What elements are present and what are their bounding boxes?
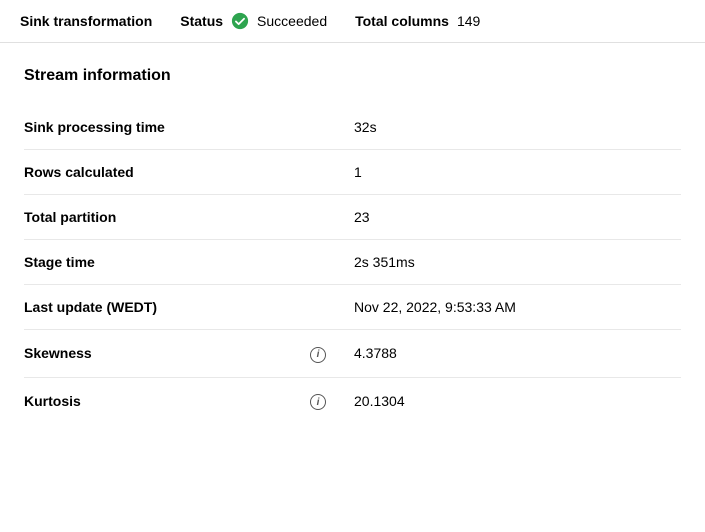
row-icon-cell: [304, 285, 334, 330]
table-row: Rows calculated 1: [24, 150, 681, 195]
row-label: Skewness: [24, 330, 304, 378]
row-value: 32s: [334, 105, 681, 150]
row-value: Nov 22, 2022, 9:53:33 AM: [334, 285, 681, 330]
total-columns-value: 149: [457, 13, 480, 29]
row-label: Last update (WEDT): [24, 285, 304, 330]
row-label: Sink processing time: [24, 105, 304, 150]
sink-transformation-label: Sink transformation: [20, 13, 152, 29]
info-icon[interactable]: i: [310, 394, 326, 410]
stream-info-title: Stream information: [24, 67, 681, 85]
status-icon: [231, 12, 249, 30]
status-label: Status: [180, 13, 223, 29]
row-label: Stage time: [24, 240, 304, 285]
row-label: Total partition: [24, 195, 304, 240]
row-value: 1: [334, 150, 681, 195]
row-label: Kurtosis: [24, 377, 304, 424]
info-table: Sink processing time 32s Rows calculated 1T…: [24, 105, 681, 424]
header-bar: Sink transformation Status Succeeded Tot…: [0, 0, 705, 43]
row-value: 4.3788: [334, 330, 681, 378]
total-columns-label: Total columns: [355, 13, 449, 29]
row-icon-cell: i: [304, 377, 334, 424]
row-value: 23: [334, 195, 681, 240]
content-area: Stream information Sink processing time 3…: [0, 43, 705, 448]
row-icon-cell: [304, 195, 334, 240]
row-label: Rows calculated: [24, 150, 304, 195]
table-row: Total partition 23: [24, 195, 681, 240]
row-icon-cell: [304, 240, 334, 285]
row-value: 2s 351ms: [334, 240, 681, 285]
table-row: Stage time 2s 351ms: [24, 240, 681, 285]
table-row: Kurtosis i 20.1304: [24, 377, 681, 424]
table-row: Skewness i 4.3788: [24, 330, 681, 378]
table-row: Sink processing time 32s: [24, 105, 681, 150]
info-icon[interactable]: i: [310, 347, 326, 363]
row-icon-cell: i: [304, 330, 334, 378]
row-icon-cell: [304, 150, 334, 195]
row-icon-cell: [304, 105, 334, 150]
status-value: Succeeded: [257, 13, 327, 29]
table-row: Last update (WEDT) Nov 22, 2022, 9:53:33 …: [24, 285, 681, 330]
row-value: 20.1304: [334, 377, 681, 424]
